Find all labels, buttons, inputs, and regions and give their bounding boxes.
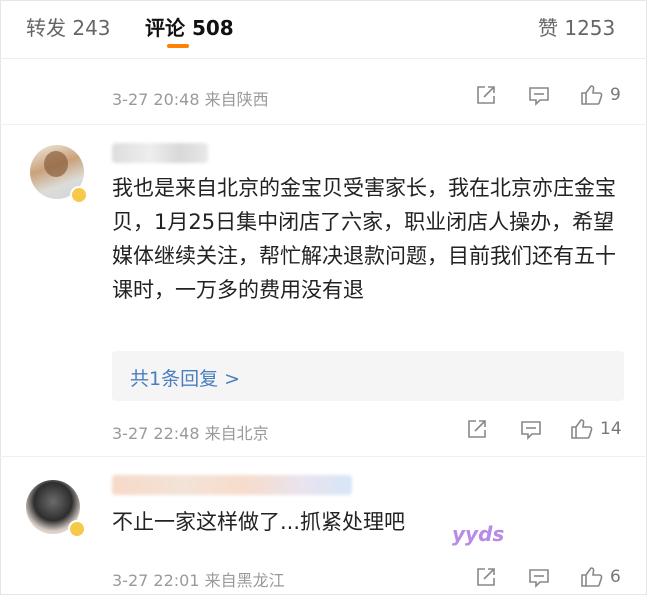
share-icon — [468, 420, 486, 438]
comment-text: 我也是来自北京的金宝贝受害家长，我在北京亦庄金宝贝，1月25日集中闭店了六家，职… — [112, 176, 616, 302]
like-icon — [581, 567, 603, 587]
like-count: 6 — [610, 567, 621, 587]
comment-meta: 3-27 20:48 来自陕西 — [112, 90, 269, 109]
like-icon — [581, 85, 603, 105]
comment-meta: 3-27 22:01 来自黑龙江 — [112, 571, 285, 590]
like-icon — [571, 419, 593, 439]
share-button[interactable] — [475, 84, 497, 106]
verified-badge-icon — [70, 186, 88, 204]
reply-button[interactable] — [520, 419, 542, 441]
tab-like[interactable]: 赞 1253 — [538, 12, 615, 41]
tab-comment[interactable]: 评论 508 — [145, 12, 234, 41]
tab-repost[interactable]: 转发 243 — [26, 12, 111, 41]
like-button[interactable]: 9 — [580, 83, 621, 107]
replies-box[interactable]: 共1条回复 > — [112, 351, 624, 401]
comment-icon — [529, 569, 549, 588]
tab-bar: 转发 243 评论 508 赞 1253 — [0, 0, 647, 58]
share-icon — [477, 86, 495, 104]
like-button[interactable]: 14 — [570, 417, 622, 441]
verified-badge-icon — [68, 520, 86, 538]
like-count: 9 — [610, 85, 621, 105]
divider — [0, 124, 647, 125]
share-icon — [477, 568, 495, 586]
divider — [0, 58, 647, 59]
comment-text: 不止一家这样做了...抓紧处理吧 — [112, 510, 406, 534]
comment-icon — [529, 87, 549, 106]
share-button[interactable] — [466, 418, 488, 440]
like-button[interactable]: 6 — [580, 565, 621, 589]
divider — [0, 456, 647, 457]
active-tab-indicator — [167, 44, 189, 48]
reply-button[interactable] — [528, 567, 550, 589]
username-blurred[interactable] — [112, 143, 208, 163]
comment-icon — [521, 421, 541, 440]
username-blurred[interactable] — [112, 475, 352, 495]
like-count: 14 — [600, 419, 622, 439]
view-replies-link[interactable]: 共1条回复 > — [130, 364, 240, 391]
yyds-sticker-icon: yyds — [452, 522, 505, 546]
share-button[interactable] — [475, 566, 497, 588]
reply-button[interactable] — [528, 85, 550, 107]
comment-meta: 3-27 22:48 来自北京 — [112, 424, 269, 443]
